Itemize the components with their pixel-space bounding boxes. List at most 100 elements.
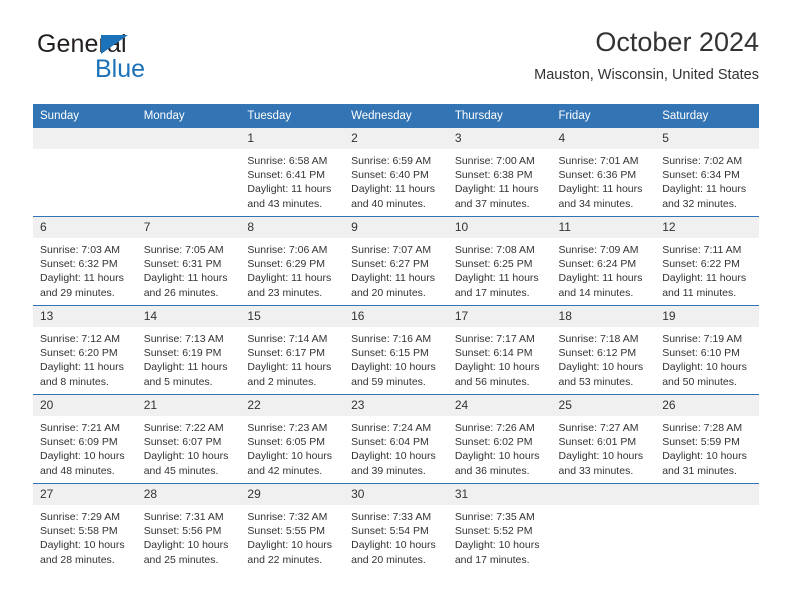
daylight-text: Daylight: 10 hours xyxy=(558,450,644,463)
sunrise-text: Sunrise: 7:18 AM xyxy=(558,333,639,345)
day-details: Sunrise: 7:03 AM Sunset: 6:32 PM Daylight:… xyxy=(33,238,137,300)
daylight-text: Daylight: 10 hours xyxy=(40,539,125,552)
weekday-header-saturday: Saturday xyxy=(655,104,759,128)
calendar-day-cell[interactable]: 22 Sunrise: 7:23 AM Sunset: 6:05 PM Dayligh… xyxy=(240,394,345,484)
day-details: Sunrise: 7:08 AM Sunset: 6:25 PM Daylight:… xyxy=(448,238,552,300)
day-details: Sunrise: 7:11 AM Sunset: 6:22 PM Daylight:… xyxy=(655,238,759,300)
calendar-day-cell[interactable]: 2 Sunrise: 6:59 AM Sunset: 6:40 PM Daylight… xyxy=(344,128,448,217)
daylight-text: Daylight: 10 hours xyxy=(662,450,747,463)
day-number xyxy=(655,484,759,505)
daylight-text: Daylight: 10 hours xyxy=(247,539,333,552)
daylight-text: and 34 minutes. xyxy=(558,197,634,210)
daylight-text: Daylight: 11 hours xyxy=(558,183,643,196)
day-number: 24 xyxy=(447,395,552,416)
day-details: Sunrise: 6:58 AM Sunset: 6:41 PM Daylight:… xyxy=(240,149,344,211)
calendar-day-cell[interactable]: 17 Sunrise: 7:17 AM Sunset: 6:14 PM Dayligh… xyxy=(447,305,552,395)
day-number: 15 xyxy=(240,306,345,327)
calendar-day-cell[interactable]: 6 Sunrise: 7:03 AM Sunset: 6:32 PM Daylight… xyxy=(33,216,137,306)
sunset-text: Sunset: 6:27 PM xyxy=(351,258,429,271)
day-details: Sunrise: 7:22 AM Sunset: 6:07 PM Daylight:… xyxy=(137,416,241,478)
calendar-day-cell[interactable]: 24 Sunrise: 7:26 AM Sunset: 6:02 PM Dayligh… xyxy=(447,394,552,484)
daylight-text: Daylight: 10 hours xyxy=(143,450,229,463)
calendar-day-cell[interactable]: 7 Sunrise: 7:05 AM Sunset: 6:31 PM Daylight… xyxy=(136,216,241,306)
day-details: Sunrise: 7:21 AM Sunset: 6:09 PM Daylight:… xyxy=(33,416,137,478)
sunrise-text: Sunrise: 7:24 AM xyxy=(351,422,432,434)
sunset-text: Sunset: 6:09 PM xyxy=(40,436,118,449)
sunrise-text: Sunrise: 7:17 AM xyxy=(454,333,535,345)
calendar-day-cell[interactable]: 16 Sunrise: 7:16 AM Sunset: 6:15 PM Dayligh… xyxy=(344,305,448,395)
daylight-text: Daylight: 11 hours xyxy=(351,183,435,196)
daylight-text: and 11 minutes. xyxy=(662,286,737,299)
calendar-day-cell[interactable]: 31 Sunrise: 7:35 AM Sunset: 5:52 PM Dayligh… xyxy=(447,483,552,572)
day-number: 11 xyxy=(551,217,656,238)
sunrise-text: Sunrise: 7:11 AM xyxy=(662,244,742,256)
sunset-text: Sunset: 6:05 PM xyxy=(247,436,326,449)
calendar-day-cell[interactable]: 18 Sunrise: 7:18 AM Sunset: 6:12 PM Dayligh… xyxy=(551,305,656,395)
weekday-header-tuesday: Tuesday xyxy=(240,104,345,128)
weekday-header-row: Sunday Monday Tuesday Wednesday Thursday Frid… xyxy=(33,104,759,128)
calendar-day-cell[interactable]: 19 Sunrise: 7:19 AM Sunset: 6:10 PM Dayligh… xyxy=(655,305,759,395)
sunrise-text: Sunrise: 7:21 AM xyxy=(40,422,120,434)
calendar-day-cell[interactable]: 27 Sunrise: 7:29 AM Sunset: 5:58 PM Dayligh… xyxy=(33,483,137,572)
calendar-day-cell[interactable]: 30 Sunrise: 7:33 AM Sunset: 5:54 PM Dayligh… xyxy=(344,483,448,572)
calendar-day-cell[interactable]: 3 Sunrise: 7:00 AM Sunset: 6:38 PM Daylight… xyxy=(447,128,552,217)
location-subtitle: Mauston, Wisconsin, United States xyxy=(534,67,759,83)
sunset-text: Sunset: 6:31 PM xyxy=(143,258,222,271)
page-title: October 2024 xyxy=(595,27,759,57)
calendar-day-cell[interactable]: 15 Sunrise: 7:14 AM Sunset: 6:17 PM Dayligh… xyxy=(240,305,345,395)
calendar-day-cell[interactable]: 4 Sunrise: 7:01 AM Sunset: 6:36 PM Daylight… xyxy=(551,128,656,217)
calendar-day-cell[interactable]: 28 Sunrise: 7:31 AM Sunset: 5:56 PM Dayligh… xyxy=(136,483,241,572)
sunset-text: Sunset: 6:32 PM xyxy=(40,258,118,271)
calendar-day-cell[interactable]: 21 Sunrise: 7:22 AM Sunset: 6:07 PM Dayligh… xyxy=(136,394,241,484)
daylight-text: and 36 minutes. xyxy=(454,464,530,477)
day-number: 23 xyxy=(344,395,448,416)
sunset-text: Sunset: 6:04 PM xyxy=(351,436,429,449)
calendar-day-cell[interactable]: 1 Sunrise: 6:58 AM Sunset: 6:41 PM Daylight… xyxy=(240,128,345,217)
daylight-text: Daylight: 10 hours xyxy=(454,539,540,552)
calendar-day-cell-empty xyxy=(551,483,656,572)
calendar-day-cell[interactable]: 9 Sunrise: 7:07 AM Sunset: 6:27 PM Daylight… xyxy=(344,216,448,306)
weekday-header-monday: Monday xyxy=(136,104,241,128)
day-details: Sunrise: 7:31 AM Sunset: 5:56 PM Daylight:… xyxy=(137,505,241,567)
general-blue-logo[interactable]: General Blue xyxy=(33,26,233,86)
day-number: 22 xyxy=(240,395,345,416)
daylight-text: and 29 minutes. xyxy=(40,286,115,299)
sunset-text: Sunset: 6:29 PM xyxy=(247,258,326,271)
calendar-day-cell[interactable]: 13 Sunrise: 7:12 AM Sunset: 6:20 PM Dayligh… xyxy=(33,305,137,395)
triangle-icon xyxy=(101,35,128,54)
day-details: Sunrise: 7:24 AM Sunset: 6:04 PM Daylight:… xyxy=(344,416,448,478)
sunrise-text: Sunrise: 7:33 AM xyxy=(351,511,432,523)
sunrise-text: Sunrise: 7:29 AM xyxy=(40,511,120,523)
daylight-text: Daylight: 10 hours xyxy=(351,450,436,463)
sunset-text: Sunset: 6:19 PM xyxy=(143,347,222,360)
day-number: 7 xyxy=(136,217,241,238)
sunset-text: Sunset: 5:52 PM xyxy=(454,525,533,538)
daylight-text: and 39 minutes. xyxy=(351,464,426,477)
calendar-day-cell[interactable]: 25 Sunrise: 7:27 AM Sunset: 6:01 PM Dayligh… xyxy=(551,394,656,484)
calendar-day-cell-empty xyxy=(136,128,241,217)
calendar-day-cell[interactable]: 12 Sunrise: 7:11 AM Sunset: 6:22 PM Dayligh… xyxy=(655,216,759,306)
daylight-text: Daylight: 11 hours xyxy=(40,272,124,285)
calendar-body: 1 Sunrise: 6:58 AM Sunset: 6:41 PM Daylight… xyxy=(33,128,759,572)
calendar-day-cell[interactable]: 20 Sunrise: 7:21 AM Sunset: 6:09 PM Dayligh… xyxy=(33,394,137,484)
sunset-text: Sunset: 6:34 PM xyxy=(662,169,740,182)
calendar-day-cell[interactable]: 23 Sunrise: 7:24 AM Sunset: 6:04 PM Dayligh… xyxy=(344,394,448,484)
daylight-text: Daylight: 11 hours xyxy=(662,183,747,196)
calendar-day-cell[interactable]: 26 Sunrise: 7:28 AM Sunset: 5:59 PM Dayligh… xyxy=(655,394,759,484)
day-number: 9 xyxy=(344,217,448,238)
sunrise-text: Sunrise: 7:00 AM xyxy=(454,155,535,167)
calendar-day-cell[interactable]: 11 Sunrise: 7:09 AM Sunset: 6:24 PM Dayligh… xyxy=(551,216,656,306)
sunset-text: Sunset: 6:17 PM xyxy=(247,347,326,360)
calendar-day-cell[interactable]: 8 Sunrise: 7:06 AM Sunset: 6:29 PM Daylight… xyxy=(240,216,345,306)
day-details: Sunrise: 7:32 AM Sunset: 5:55 PM Daylight:… xyxy=(240,505,344,567)
calendar-day-cell[interactable]: 29 Sunrise: 7:32 AM Sunset: 5:55 PM Dayligh… xyxy=(240,483,345,572)
day-number: 4 xyxy=(551,128,656,149)
day-details xyxy=(655,505,759,510)
calendar-day-cell[interactable]: 5 Sunrise: 7:02 AM Sunset: 6:34 PM Daylight… xyxy=(655,128,759,217)
calendar-day-cell[interactable]: 14 Sunrise: 7:13 AM Sunset: 6:19 PM Dayligh… xyxy=(136,305,241,395)
calendar-day-cell[interactable]: 10 Sunrise: 7:08 AM Sunset: 6:25 PM Dayligh… xyxy=(447,216,552,306)
day-details: Sunrise: 7:19 AM Sunset: 6:10 PM Daylight:… xyxy=(655,327,759,389)
sunrise-text: Sunrise: 7:12 AM xyxy=(40,333,120,345)
daylight-text: and 43 minutes. xyxy=(247,197,323,210)
sunrise-text: Sunrise: 7:31 AM xyxy=(143,511,224,523)
